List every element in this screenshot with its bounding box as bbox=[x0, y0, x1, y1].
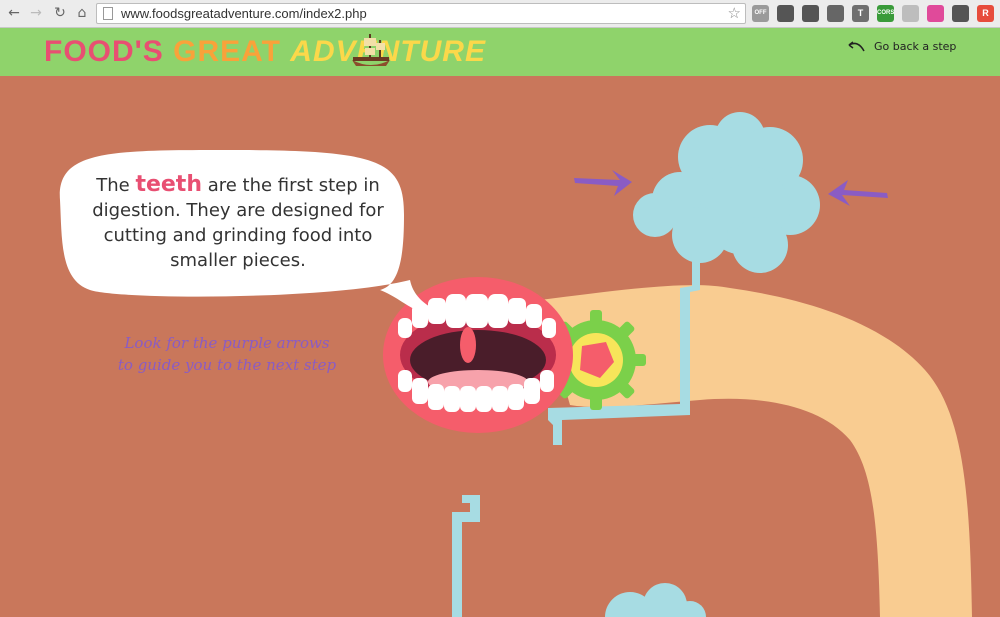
lower-stream bbox=[452, 495, 480, 617]
purple-arrow-right bbox=[574, 170, 632, 196]
r-extension-icon[interactable]: R bbox=[977, 5, 994, 22]
site-logo[interactable]: FOOD'S GREAT ADVENTURE bbox=[44, 35, 486, 69]
t-extension-icon[interactable]: T bbox=[852, 5, 869, 22]
bookmark-star-icon[interactable]: ☆ bbox=[728, 4, 741, 22]
page-icon bbox=[103, 7, 113, 20]
curved-back-arrow-icon bbox=[848, 41, 865, 52]
color-wheel-icon[interactable] bbox=[927, 5, 944, 22]
logo-word-great: GREAT bbox=[173, 35, 281, 68]
back-arrow-icon[interactable]: ← bbox=[6, 5, 22, 21]
off-extension-icon[interactable]: OFF bbox=[752, 5, 769, 22]
bottom-cloud bbox=[605, 583, 706, 617]
reload-icon[interactable]: ↻ bbox=[52, 5, 68, 21]
pocket-icon[interactable] bbox=[802, 5, 819, 22]
ship-icon bbox=[352, 34, 390, 66]
extension-icon-2[interactable] bbox=[777, 5, 794, 22]
saliva-cloud bbox=[633, 112, 820, 273]
adventure-stage: The teeth are the first step in digestio… bbox=[0, 76, 1000, 617]
browser-toolbar: ← → ↻ ⌂ www.foodsgreatadventure.com/inde… bbox=[0, 0, 1000, 28]
forward-arrow-icon[interactable]: → bbox=[28, 5, 44, 21]
hint-text: Look for the purple arrows to guide you … bbox=[92, 332, 362, 376]
go-back-link[interactable]: Go back a step bbox=[846, 39, 956, 53]
hint-line-1: Look for the purple arrows bbox=[124, 334, 330, 352]
go-back-label: Go back a step bbox=[874, 39, 957, 53]
logo-word-foods: FOOD'S bbox=[44, 35, 164, 68]
move-icon[interactable] bbox=[952, 5, 969, 22]
site-header: FOOD'S GREAT ADVENTURE Go back a step bbox=[0, 28, 1000, 76]
address-bar[interactable]: www.foodsgreatadventure.com/index2.php ☆ bbox=[96, 3, 746, 24]
speech-bubble-text: The teeth are the first step in digestio… bbox=[78, 172, 398, 273]
extension-icon-4[interactable] bbox=[827, 5, 844, 22]
extension-icon-7[interactable] bbox=[902, 5, 919, 22]
home-icon[interactable]: ⌂ bbox=[74, 5, 90, 21]
speech-highlight-teeth: teeth bbox=[135, 172, 202, 197]
cors-extension-icon[interactable]: CORS bbox=[877, 5, 894, 22]
hint-line-2: to guide you to the next step bbox=[117, 356, 337, 374]
address-url[interactable]: www.foodsgreatadventure.com/index2.php bbox=[121, 6, 367, 21]
speech-part-1: The bbox=[96, 175, 130, 196]
purple-arrow-left bbox=[828, 180, 888, 206]
